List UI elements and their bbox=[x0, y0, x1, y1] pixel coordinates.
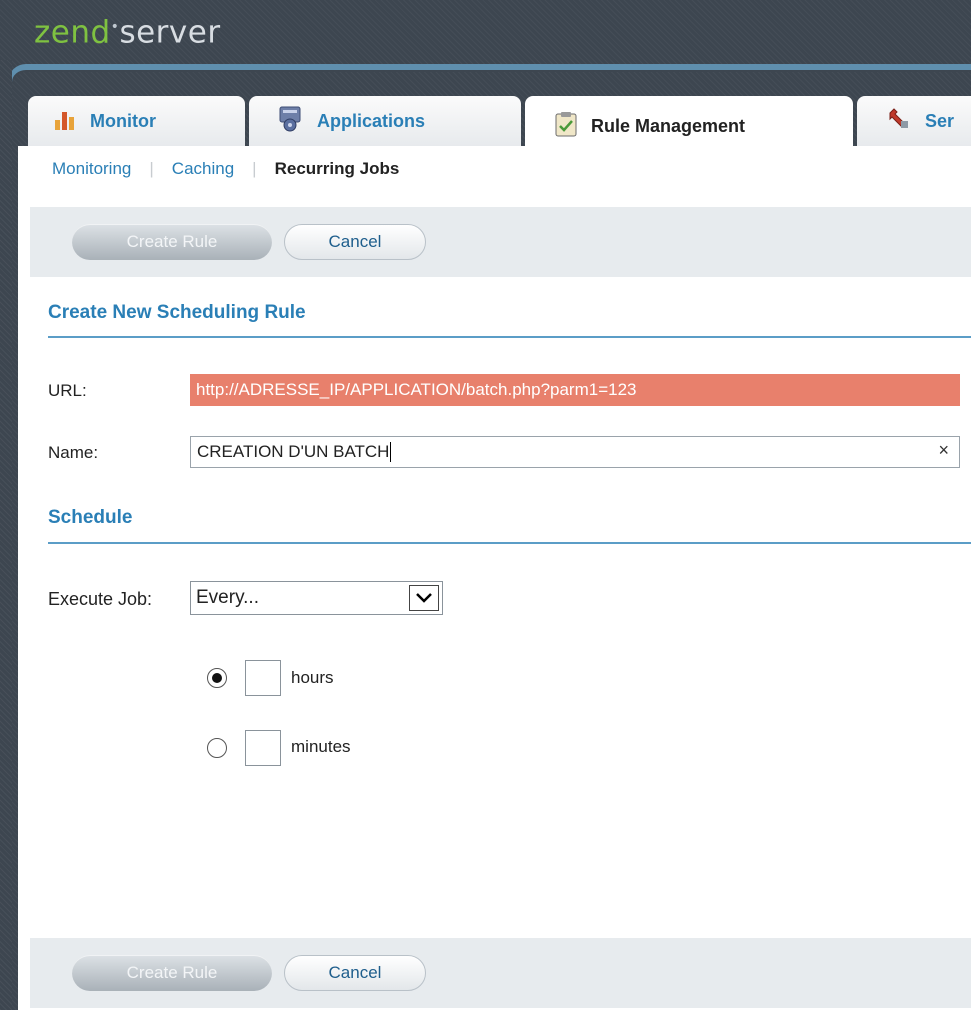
tab-applications[interactable]: Applications bbox=[249, 96, 521, 146]
cancel-button[interactable]: Cancel bbox=[284, 224, 426, 260]
subnav-caching[interactable]: Caching bbox=[172, 159, 234, 179]
tab-server-setup-label: Ser bbox=[925, 110, 955, 131]
bottom-toolbar: Create Rule Cancel bbox=[30, 938, 971, 1008]
chevron-down-icon bbox=[409, 585, 439, 611]
logo-zend-text: zend bbox=[34, 14, 111, 51]
applications-icon bbox=[277, 106, 303, 137]
url-value: http://ADRESSE_IP/APPLICATION/batch.php?… bbox=[196, 380, 637, 399]
url-label: URL: bbox=[48, 381, 87, 400]
name-label: Name: bbox=[48, 443, 99, 462]
radio-minutes[interactable] bbox=[207, 738, 227, 758]
subnav-recurring-jobs[interactable]: Recurring Jobs bbox=[275, 159, 400, 179]
name-input[interactable]: CREATION D'UN BATCH × bbox=[190, 436, 960, 468]
left-strip bbox=[0, 60, 12, 1010]
sub-navigation: Monitoring | Caching | Recurring Jobs bbox=[52, 159, 400, 179]
top-toolbar: Create Rule Cancel bbox=[30, 207, 971, 277]
tab-server-setup[interactable]: Ser bbox=[857, 96, 971, 146]
bar-chart-icon bbox=[54, 108, 76, 135]
minutes-input[interactable] bbox=[245, 730, 281, 766]
hours-input[interactable] bbox=[245, 660, 281, 696]
tab-rule-management-label: Rule Management bbox=[591, 115, 746, 136]
clipboard-icon bbox=[555, 111, 577, 142]
section-divider bbox=[48, 336, 971, 338]
clear-icon[interactable]: × bbox=[938, 440, 949, 461]
logo-server-text: server bbox=[119, 14, 221, 51]
section-title-create-rule: Create New Scheduling Rule bbox=[48, 302, 306, 323]
cancel-button-bottom[interactable]: Cancel bbox=[284, 955, 426, 991]
execute-job-label: Execute Job: bbox=[48, 589, 153, 609]
tab-monitor-label: Monitor bbox=[90, 110, 156, 131]
hours-label: hours bbox=[291, 668, 334, 687]
section-title-schedule: Schedule bbox=[48, 507, 133, 528]
zend-server-logo: zend•server bbox=[34, 14, 221, 51]
section-divider bbox=[48, 542, 971, 544]
tab-applications-label: Applications bbox=[317, 110, 426, 131]
create-rule-button-bottom[interactable]: Create Rule bbox=[72, 955, 272, 991]
subnav-monitoring[interactable]: Monitoring bbox=[52, 159, 131, 179]
radio-hours[interactable] bbox=[207, 668, 227, 688]
execute-job-value: Every... bbox=[196, 587, 259, 608]
wrench-icon bbox=[887, 107, 911, 136]
name-value: CREATION D'UN BATCH bbox=[197, 442, 390, 461]
tab-monitor[interactable]: Monitor bbox=[28, 96, 245, 146]
minutes-label: minutes bbox=[291, 737, 351, 756]
url-input[interactable]: http://ADRESSE_IP/APPLICATION/batch.php?… bbox=[190, 374, 960, 406]
create-rule-button[interactable]: Create Rule bbox=[72, 224, 272, 260]
text-cursor bbox=[390, 442, 392, 462]
execute-job-select[interactable]: Every... bbox=[190, 581, 443, 615]
